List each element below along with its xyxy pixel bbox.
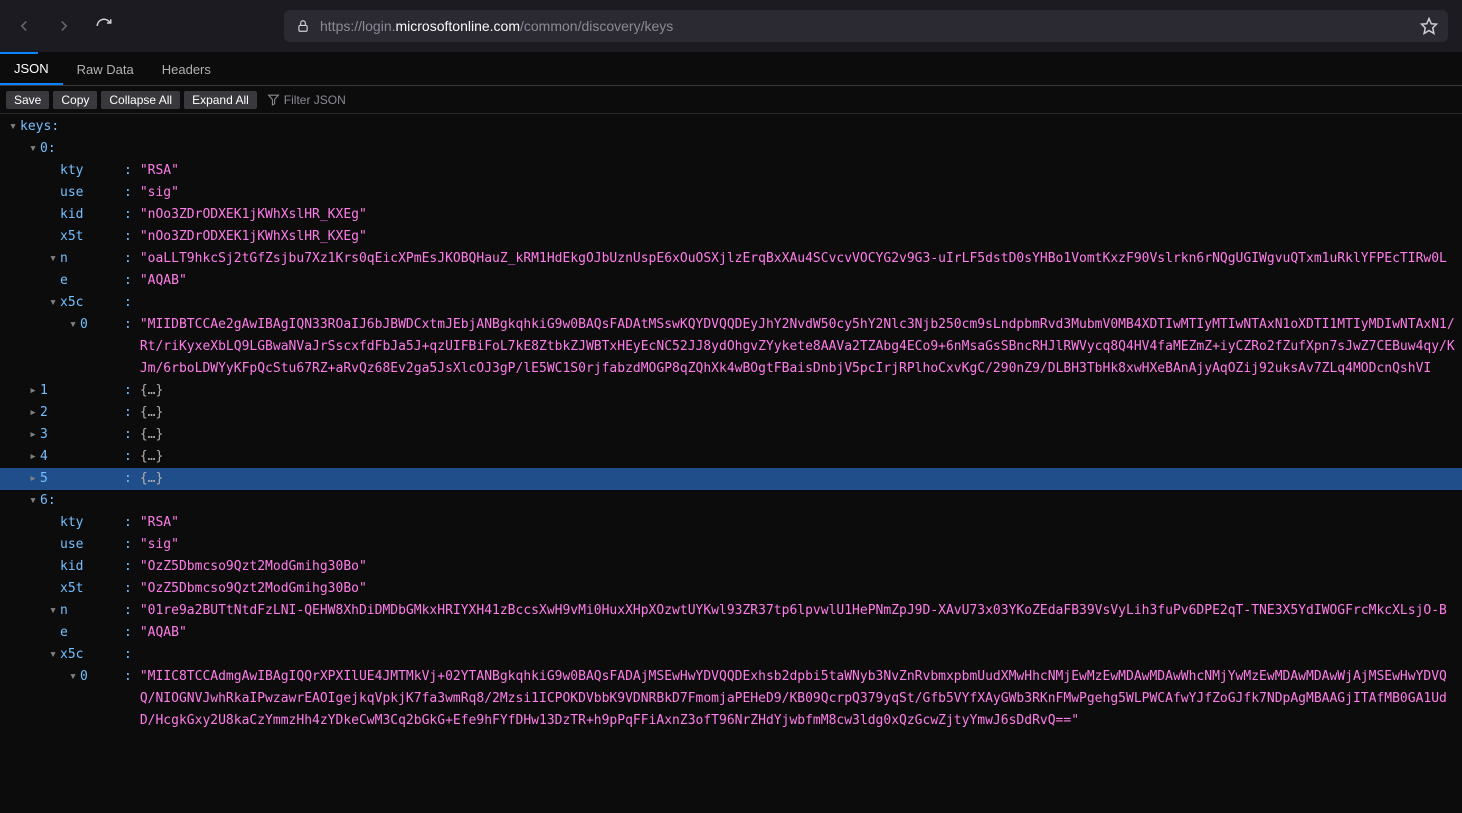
twisty-down-icon[interactable]: ▾ [46,248,60,270]
twisty-down-icon[interactable]: ▾ [26,138,40,160]
node-use[interactable]: use: "sig" [0,534,1462,556]
bookmark-star-icon[interactable] [1420,17,1438,35]
twisty-right-icon[interactable]: ▸ [26,380,40,402]
json-tree: ▾ keys: ▾ 0: kty: "RSA" use: "sig" kid: … [0,114,1462,732]
forward-button[interactable] [54,16,74,36]
back-button[interactable] [14,16,34,36]
node-x5c-0[interactable]: ▾ 0: "MIIDBTCCAe2gAwIBAgIQN33ROaIJ6bJBWD… [0,314,1462,380]
tab-headers[interactable]: Headers [148,54,225,85]
twisty-right-icon[interactable]: ▸ [26,424,40,446]
reload-button[interactable] [94,16,114,36]
save-button[interactable]: Save [6,91,49,109]
node-keys-3[interactable]: ▸ 3: {…} [0,424,1462,446]
twisty-down-icon[interactable]: ▾ [26,490,40,512]
node-keys-4[interactable]: ▸ 4: {…} [0,446,1462,468]
node-e[interactable]: e: "AQAB" [0,622,1462,644]
node-keys[interactable]: ▾ keys: [0,116,1462,138]
node-kid[interactable]: kid: "OzZ5Dbmcso9Qzt2ModGmihg30Bo" [0,556,1462,578]
node-kty[interactable]: kty: "RSA" [0,160,1462,182]
node-keys-6[interactable]: ▾ 6: [0,490,1462,512]
node-n[interactable]: ▾ n: "oaLLT9hkcSj2tGfZsjbu7Xz1Krs0qEicXP… [0,248,1462,270]
lock-icon [296,19,310,33]
node-x5t[interactable]: x5t: "nOo3ZDrODXEK1jKWhXslHR_KXEg" [0,226,1462,248]
twisty-right-icon[interactable]: ▸ [26,468,40,490]
twisty-right-icon[interactable]: ▸ [26,446,40,468]
twisty-down-icon[interactable]: ▾ [66,314,80,336]
twisty-right-icon[interactable]: ▸ [26,402,40,424]
node-kid[interactable]: kid: "nOo3ZDrODXEK1jKWhXslHR_KXEg" [0,204,1462,226]
funnel-icon [267,93,280,106]
node-x5c-0[interactable]: ▾ 0: "MIIC8TCCAdmgAwIBAgIQQrXPXIlUE4JMTM… [0,666,1462,732]
twisty-down-icon[interactable]: ▾ [46,600,60,622]
node-kty[interactable]: kty: "RSA" [0,512,1462,534]
copy-button[interactable]: Copy [53,91,97,109]
tab-raw-data[interactable]: Raw Data [63,54,148,85]
node-x5t[interactable]: x5t: "OzZ5Dbmcso9Qzt2ModGmihg30Bo" [0,578,1462,600]
node-x5c[interactable]: ▾ x5c: [0,292,1462,314]
expand-all-button[interactable]: Expand All [184,91,257,109]
tab-json[interactable]: JSON [0,54,63,85]
browser-toolbar: https://login.microsoftonline.com/common… [0,0,1462,52]
node-x5c[interactable]: ▾ x5c: [0,644,1462,666]
node-keys-5[interactable]: ▸ 5: {…} [0,468,1462,490]
url-text: https://login.microsoftonline.com/common… [320,18,673,34]
filter-json-input[interactable] [284,93,404,107]
viewer-toolbar: Save Copy Collapse All Expand All [0,86,1462,114]
node-use[interactable]: use: "sig" [0,182,1462,204]
twisty-down-icon[interactable]: ▾ [66,666,80,688]
url-bar[interactable]: https://login.microsoftonline.com/common… [284,10,1448,42]
node-e[interactable]: e: "AQAB" [0,270,1462,292]
collapse-all-button[interactable]: Collapse All [101,91,180,109]
node-keys-1[interactable]: ▸ 1: {…} [0,380,1462,402]
twisty-down-icon[interactable]: ▾ [6,116,20,138]
viewer-tabs: JSON Raw Data Headers [0,54,1462,86]
node-keys-2[interactable]: ▸ 2: {…} [0,402,1462,424]
twisty-down-icon[interactable]: ▾ [46,292,60,314]
twisty-down-icon[interactable]: ▾ [46,644,60,666]
node-keys-0[interactable]: ▾ 0: [0,138,1462,160]
node-n[interactable]: ▾ n: "01re9a2BUTtNtdFzLNI-QEHW8XhDiDMDbG… [0,600,1462,622]
